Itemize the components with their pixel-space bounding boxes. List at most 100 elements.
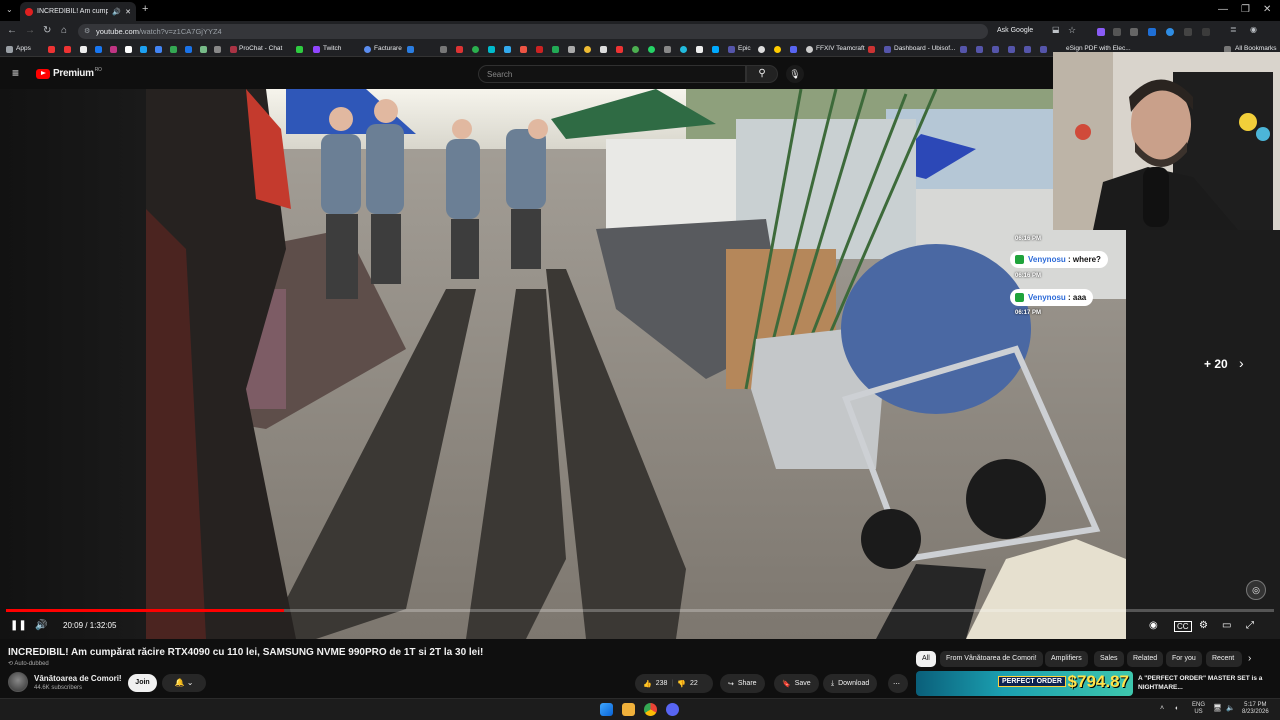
progress-bar[interactable] <box>6 609 1274 612</box>
bookmark-icon[interactable] <box>992 46 999 53</box>
bookmark-icon[interactable] <box>790 46 797 53</box>
pause-button[interactable]: ❚❚ <box>10 620 27 631</box>
chip-amplifiers[interactable]: Amplifiers <box>1045 651 1088 667</box>
network-icon[interactable]: 🖥 <box>1213 705 1222 712</box>
bookmark-prochat[interactable]: ProChat - Chat <box>239 45 282 52</box>
back-arrow-icon[interactable]: ← <box>7 25 17 36</box>
install-app-icon[interactable]: ⬓ <box>1052 25 1060 34</box>
bookmark-icon[interactable] <box>774 46 781 53</box>
like-icon[interactable]: 👍 <box>643 680 652 688</box>
bookmark-icon[interactable] <box>600 46 607 53</box>
ask-google-button[interactable]: Ask Google <box>997 27 1033 34</box>
speaker-icon[interactable]: 🔈 <box>1226 705 1235 712</box>
profile-icon[interactable]: ◉ <box>1250 25 1257 34</box>
tab-close-button[interactable]: ✕ <box>125 8 131 16</box>
new-tab-button[interactable]: + <box>142 3 148 15</box>
search-button[interactable]: ⚲ <box>746 65 778 83</box>
next-videos-count[interactable]: + 20 <box>1204 357 1228 371</box>
bookmark-icon[interactable] <box>170 46 177 53</box>
bookmark-icon[interactable] <box>80 46 87 53</box>
fullscreen-icon[interactable]: ⤢ <box>1246 620 1254 631</box>
tab-audio-icon[interactable]: 🔊 <box>112 8 121 16</box>
theater-mode-icon[interactable]: ▭ <box>1222 620 1231 631</box>
bookmark-icon[interactable] <box>488 46 495 53</box>
extension-icon[interactable] <box>1184 28 1192 36</box>
tray-chevron-icon[interactable]: ˄ <box>1160 705 1164 712</box>
bookmark-icon[interactable] <box>185 46 192 53</box>
bookmark-icon[interactable] <box>155 46 162 53</box>
bookmark-icon[interactable] <box>440 46 447 53</box>
captions-button[interactable]: CC <box>1174 621 1192 632</box>
bookmark-esign[interactable]: eSign PDF with Elec... <box>1066 45 1131 52</box>
windows-start-icon[interactable] <box>600 703 613 716</box>
extension-icon[interactable] <box>1097 28 1105 36</box>
file-explorer-icon[interactable] <box>622 703 635 716</box>
chevron-right-icon[interactable]: › <box>1239 355 1244 371</box>
extensions-puzzle-icon[interactable] <box>1202 28 1210 36</box>
home-icon[interactable]: ⌂ <box>61 25 67 36</box>
bookmark-facturare[interactable]: Facturare <box>374 45 402 52</box>
minimize-button[interactable]: — <box>1218 4 1228 15</box>
bookmark-star-icon[interactable]: ☆ <box>1068 25 1076 36</box>
bookmark-icon[interactable] <box>616 46 623 53</box>
tray-app-icon[interactable]: ◐ <box>1175 705 1179 712</box>
bookmark-icon[interactable] <box>632 46 639 53</box>
discord-icon[interactable] <box>666 703 679 716</box>
bookmark-icon[interactable] <box>472 46 479 53</box>
reading-list-icon[interactable]: ≣ <box>1230 25 1237 34</box>
volume-icon[interactable]: 🔊 <box>35 620 47 631</box>
download-button[interactable]: ⤓ Download <box>823 674 878 693</box>
more-actions-button[interactable]: ⋯ <box>888 674 908 693</box>
youtube-premium-logo[interactable]: Premium RO <box>36 67 102 79</box>
autoplay-toggle[interactable]: ◉ <box>1149 620 1158 631</box>
settings-gear-icon[interactable]: ⚙ <box>1199 620 1208 631</box>
chip-all[interactable]: All <box>916 651 936 667</box>
bookmark-icon[interactable] <box>214 46 221 53</box>
bookmark-icon[interactable] <box>664 46 671 53</box>
chip-related[interactable]: Related <box>1127 651 1164 667</box>
dislike-icon[interactable]: 👎 <box>677 680 686 688</box>
notification-bell-button[interactable]: 🔔 ⌄ <box>162 674 206 692</box>
clock[interactable]: 5:17 PM 8/23/2026 <box>1242 702 1269 716</box>
bookmark-twitch[interactable]: Twitch <box>323 45 341 52</box>
all-bookmarks-button[interactable]: All Bookmarks <box>1235 45 1277 52</box>
bookmark-icon[interactable] <box>110 46 117 53</box>
bookmark-icon[interactable] <box>758 46 765 53</box>
channel-name[interactable]: Vânătoarea de Comori! <box>34 674 122 683</box>
maximize-button[interactable]: ❐ <box>1241 4 1250 15</box>
forward-arrow-icon[interactable]: → <box>25 25 35 36</box>
tab-search-icon[interactable]: ⌄ <box>6 5 13 14</box>
bookmark-icon[interactable] <box>680 46 687 53</box>
bookmark-icon[interactable] <box>48 46 55 53</box>
channel-avatar[interactable] <box>8 672 28 692</box>
bookmark-icon[interactable] <box>868 46 875 53</box>
bookmark-dashboard[interactable]: Dashboard - Ubisof... <box>894 45 955 52</box>
chips-next-chevron-icon[interactable]: › <box>1248 653 1251 664</box>
bookmark-icon[interactable] <box>976 46 983 53</box>
reload-icon[interactable]: ↻ <box>43 25 51 36</box>
bookmark-icon[interactable] <box>1024 46 1031 53</box>
chip-from-channel[interactable]: From Vânătoarea de Comori! <box>940 651 1043 667</box>
bookmark-icon[interactable] <box>960 46 967 53</box>
voice-search-button[interactable]: 🎙 <box>786 65 804 83</box>
recommendation-title[interactable]: A "PERFECT ORDER" MASTER SET is a NIGHTM… <box>1138 674 1268 692</box>
bookmark-icon[interactable] <box>552 46 559 53</box>
window-close-button[interactable]: ✕ <box>1263 4 1271 15</box>
chip-for-you[interactable]: For you <box>1166 651 1202 667</box>
bookmark-icon[interactable] <box>64 46 71 53</box>
bookmark-icon[interactable] <box>296 46 303 53</box>
extension-icon[interactable] <box>1113 28 1121 36</box>
dislike-count[interactable]: 22 <box>690 680 698 687</box>
chip-recent[interactable]: Recent <box>1206 651 1242 667</box>
bookmark-icon[interactable] <box>1008 46 1015 53</box>
extension-icon[interactable] <box>1166 28 1174 36</box>
channel-watermark-icon[interactable]: ◎ <box>1246 580 1266 600</box>
address-bar[interactable]: ⚙ youtube.com/watch?v=z1CA7GjYYZ4 <box>78 24 988 39</box>
bookmark-icon[interactable] <box>200 46 207 53</box>
bookmark-icon[interactable] <box>520 46 527 53</box>
bookmark-icon[interactable] <box>504 46 511 53</box>
bookmark-epic[interactable]: Epic <box>738 45 751 52</box>
site-info-icon[interactable]: ⚙ <box>84 27 90 35</box>
bookmark-icon[interactable] <box>568 46 575 53</box>
bookmark-icon[interactable] <box>712 46 719 53</box>
